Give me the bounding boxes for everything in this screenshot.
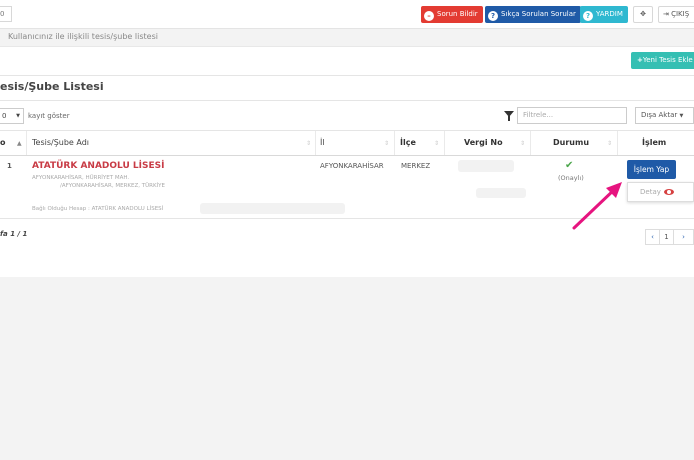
question-circle-icon: ? [488,11,498,21]
row-ilce: MERKEZ [401,162,431,170]
column-header-tax-no-label: Vergi No [464,138,503,147]
column-divider [315,131,316,155]
facility-address-line: AFYONKARAHİSAR, HÜRRİYET MAH. [32,175,130,181]
action-button[interactable]: İşlem Yap [627,160,676,179]
paging-info: fa 1 / 1 [0,230,28,238]
help-label: YARDIM [596,10,623,18]
filter-icon [504,111,514,121]
report-issue-label: Sorun Bildir [437,10,478,18]
sort-asc-icon: ▲ [17,140,22,147]
sort-icon: ⇕ [607,140,613,147]
export-dropdown-button[interactable]: Dışa Aktar ▼ [635,107,694,124]
sort-icon: ⇕ [520,140,526,147]
column-header-name[interactable]: Tesis/Şube Adı [32,131,89,155]
prev-page-button[interactable]: ‹ [645,229,659,245]
column-header-action: İşlem [642,131,666,155]
page-length-label: kayıt göster [28,112,70,120]
redacted-tax-no [458,160,514,172]
facility-address-line: /AFYONKARAHİSAR, MERKEZ, TÜRKİYE [60,183,166,189]
next-page-button[interactable]: › [673,229,694,245]
column-header-name-label: Tesis/Şube Adı [32,138,90,147]
sort-icon: ⇕ [306,140,312,147]
table-header-bottom-border [0,155,694,156]
page-subtitle: Kullanıcınız ile ilişkili tesis/şube lis… [8,32,158,41]
minus-circle-icon: – [424,11,434,21]
facility-name-link[interactable]: ATATÜRK ANADOLU LİSESİ [32,161,164,171]
list-title: esis/Şube Listesi [0,80,104,93]
facility-address: AFYONKARAHİSAR, HÜRRİYET MAH. /AFYONKARA… [32,174,165,190]
table-header-top-border [0,130,694,131]
add-facility-label: Yeni Tesis Ekle [642,56,693,64]
annotation-arrow-icon [572,182,622,230]
linked-account-text: Bağlı Olduğu Hesap : ATATÜRK ANADOLU LİS… [32,206,164,212]
redacted-area [476,188,526,198]
detail-label: Detay [640,188,661,196]
column-divider [26,131,27,155]
page-length-select[interactable]: 0 ▼ [0,108,24,124]
check-icon: ✔ [565,160,574,171]
sort-icon: ⇕ [384,140,390,147]
row-number: 1 [7,162,12,170]
logout-label: ÇIKIŞ [671,10,690,18]
caret-down-icon: ▼ [16,113,20,119]
column-divider [394,131,395,155]
column-header-status[interactable]: Durumu [553,131,589,155]
column-header-action-label: İşlem [642,138,667,147]
row-il: AFYONKARAHİSAR [320,162,384,170]
column-header-il[interactable]: İl [320,131,325,155]
logout-button[interactable]: ⇥ ÇIKIŞ [658,6,694,23]
sign-out-icon: ⇥ [663,10,669,18]
sort-icon: ⇕ [434,140,440,147]
caret-down-icon: ▼ [679,113,684,119]
column-header-il-label: İl [320,138,325,147]
chevron-right-icon: › [682,233,685,241]
question-circle-icon: ? [583,11,593,21]
column-divider [530,131,531,155]
move-arrows-icon: ✥ [640,10,646,18]
divider [0,100,694,101]
column-header-no[interactable]: o [0,131,6,155]
eye-icon [663,189,674,195]
chevron-left-icon: ‹ [651,233,654,241]
column-divider [444,131,445,155]
top-left-field[interactable]: 0 [0,6,12,22]
page-length-value: 0 [2,112,7,120]
move-button[interactable]: ✥ [633,6,653,23]
column-header-no-label: o [0,138,6,147]
filter-input[interactable]: Filtrele... [517,107,627,124]
detail-menu-item[interactable]: Detay [627,182,694,202]
column-header-ilce-label: İlçe [400,138,416,147]
export-label: Dışa Aktar [641,111,678,119]
add-facility-button[interactable]: +Yeni Tesis Ekle [631,52,694,69]
page-number: 1 [664,233,669,241]
help-button[interactable]: ? YARDIM [580,6,628,23]
redacted-area [200,203,345,214]
page-1-button[interactable]: 1 [659,229,673,245]
column-header-ilce[interactable]: İlçe [400,131,416,155]
faq-button[interactable]: ? Sıkça Sorulan Sorular [485,6,581,23]
divider [0,75,694,76]
top-bar: 0 – Sorun Bildir ? Sıkça Sorulan Sorular ?… [0,0,694,29]
faq-label: Sıkça Sorulan Sorular [501,10,576,18]
column-header-status-label: Durumu [553,138,590,147]
column-header-tax-no[interactable]: Vergi No [464,131,503,155]
report-issue-button[interactable]: – Sorun Bildir [421,6,483,23]
column-divider [617,131,618,155]
